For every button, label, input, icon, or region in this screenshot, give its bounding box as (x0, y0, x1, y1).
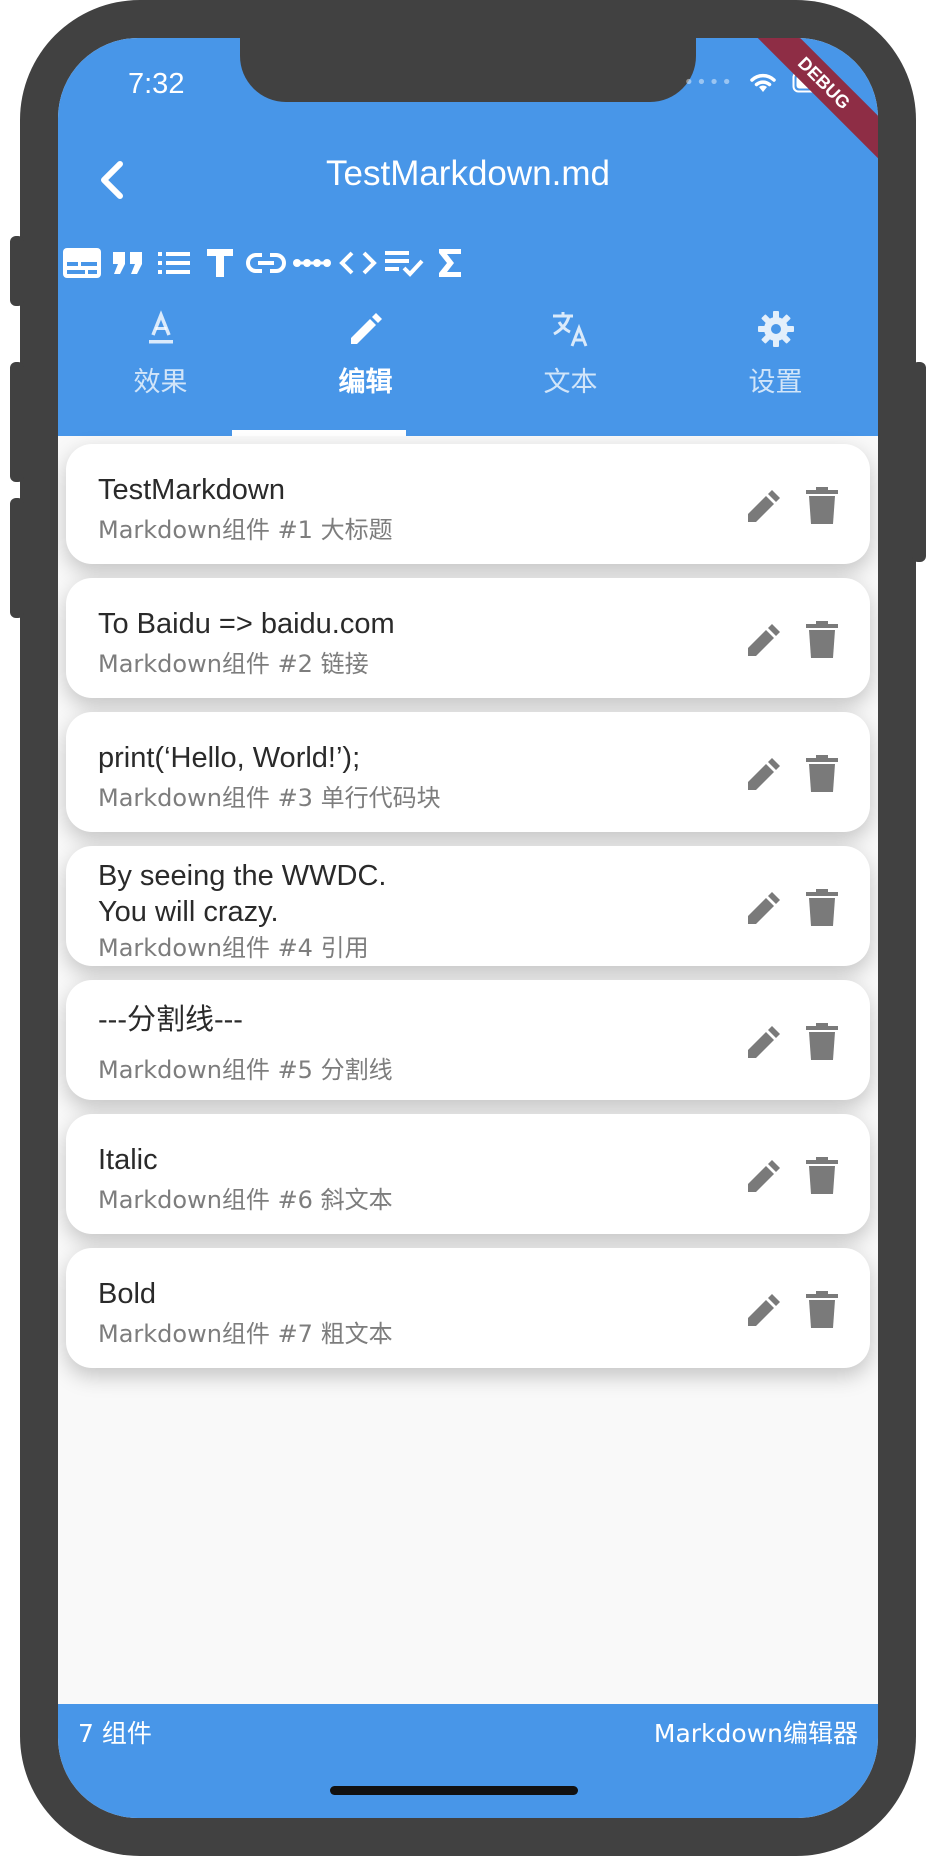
side-button-volume-down (10, 498, 24, 618)
item-title: Italic (98, 1144, 158, 1176)
item-subtitle: Markdown组件 #3 单行代码块 (98, 784, 441, 812)
page-title: TestMarkdown.md (326, 154, 610, 193)
tab-settings[interactable]: 设置 (673, 300, 878, 436)
item-title: print(‘Hello, World!’); (98, 742, 361, 774)
edit-icon[interactable] (744, 1022, 784, 1062)
tab-text[interactable]: 文本 (468, 300, 673, 436)
insert-checklist-button[interactable] (384, 243, 424, 283)
app-name-label: Markdown编辑器 (653, 1719, 858, 1748)
list-item[interactable]: By seeing the WWDC. You will crazy. Mark… (66, 846, 870, 966)
gear-icon (757, 311, 794, 347)
tab-bar: 效果 编辑 文本 设置 (58, 300, 878, 436)
item-subtitle: Markdown组件 #4 引用 (98, 934, 369, 962)
item-title: TestMarkdown (98, 474, 285, 506)
item-title: Bold (98, 1278, 157, 1310)
markdown-toolbar (62, 243, 470, 283)
insert-list-button[interactable] (154, 243, 194, 283)
tab-edit-label: 编辑 (338, 367, 393, 398)
item-subtitle: Markdown组件 #1 大标题 (98, 516, 393, 544)
tab-settings-label: 设置 (748, 367, 803, 398)
list-item[interactable]: print(‘Hello, World!’); Markdown组件 #3 单行… (66, 712, 870, 832)
signal-dots-icon: •••• (683, 71, 734, 93)
delete-icon[interactable] (804, 888, 840, 928)
item-subtitle: Markdown组件 #2 链接 (98, 650, 369, 678)
side-button-volume-up (10, 362, 24, 482)
divider-icon (293, 259, 331, 267)
item-title: By seeing the WWDC. You will crazy. (98, 860, 387, 928)
component-count: 7 组件 (78, 1719, 152, 1748)
delete-icon[interactable] (804, 1290, 840, 1330)
insert-formula-button[interactable] (430, 243, 470, 283)
delete-icon[interactable] (804, 754, 840, 794)
bottom-status-bar: 7 组件 Markdown编辑器 (58, 1704, 878, 1818)
pencil-icon (350, 313, 382, 344)
sigma-icon (439, 249, 461, 277)
text-format-icon (148, 310, 173, 344)
tab-preview-label: 效果 (133, 367, 188, 398)
text-icon (207, 249, 233, 277)
status-time: 7:32 (128, 68, 185, 100)
insert-divider-button[interactable] (292, 243, 332, 283)
delete-icon[interactable] (804, 620, 840, 660)
checklist-icon (385, 251, 424, 277)
translate-icon (552, 312, 587, 347)
subtitles-icon (63, 248, 101, 278)
insert-text-button[interactable] (200, 243, 240, 283)
edit-icon[interactable] (744, 1290, 784, 1330)
item-title: ---分割线--- (98, 1004, 243, 1036)
home-indicator[interactable] (330, 1786, 578, 1795)
tab-text-label: 文本 (543, 367, 598, 398)
insert-quote-button[interactable] (108, 243, 148, 283)
quote-icon (113, 252, 142, 274)
side-button-power (912, 362, 926, 562)
edit-icon[interactable] (744, 486, 784, 526)
item-subtitle: Markdown组件 #6 斜文本 (98, 1186, 393, 1214)
edit-icon[interactable] (744, 754, 784, 794)
tab-indicator (232, 430, 406, 436)
insert-code-button[interactable] (338, 243, 378, 283)
list-item[interactable]: Italic Markdown组件 #6 斜文本 (66, 1114, 870, 1234)
delete-icon[interactable] (804, 486, 840, 526)
insert-link-button[interactable] (246, 243, 286, 283)
delete-icon[interactable] (804, 1022, 840, 1062)
wifi-icon (750, 73, 776, 92)
item-title: To Baidu => baidu.com (98, 608, 395, 640)
side-button-mute (10, 236, 24, 306)
screen: 7:32 •••• DEBUG TestMarkdown.md 效果 编辑 文本… (58, 38, 878, 1818)
list-item[interactable]: To Baidu => baidu.com Markdown组件 #2 链接 (66, 578, 870, 698)
debug-ribbon: DEBUG (742, 38, 878, 165)
list-item[interactable]: TestMarkdown Markdown组件 #1 大标题 (66, 444, 870, 564)
app-header: 7:32 •••• DEBUG TestMarkdown.md 效果 编辑 文本… (58, 38, 878, 436)
tab-edit[interactable]: 编辑 (263, 300, 468, 436)
edit-icon[interactable] (744, 1156, 784, 1196)
list-icon (158, 252, 190, 274)
list-item[interactable]: Bold Markdown组件 #7 粗文本 (66, 1248, 870, 1368)
edit-icon[interactable] (744, 620, 784, 660)
tab-preview[interactable]: 效果 (58, 300, 263, 436)
insert-heading-button[interactable] (62, 243, 102, 283)
edit-icon[interactable] (744, 888, 784, 928)
link-icon (246, 253, 286, 273)
delete-icon[interactable] (804, 1156, 840, 1196)
item-subtitle: Markdown组件 #5 分割线 (98, 1056, 393, 1084)
notch (240, 38, 696, 102)
item-subtitle: Markdown组件 #7 粗文本 (98, 1320, 393, 1348)
code-icon (339, 251, 377, 275)
list-item[interactable]: ---分割线--- Markdown组件 #5 分割线 (66, 980, 870, 1100)
